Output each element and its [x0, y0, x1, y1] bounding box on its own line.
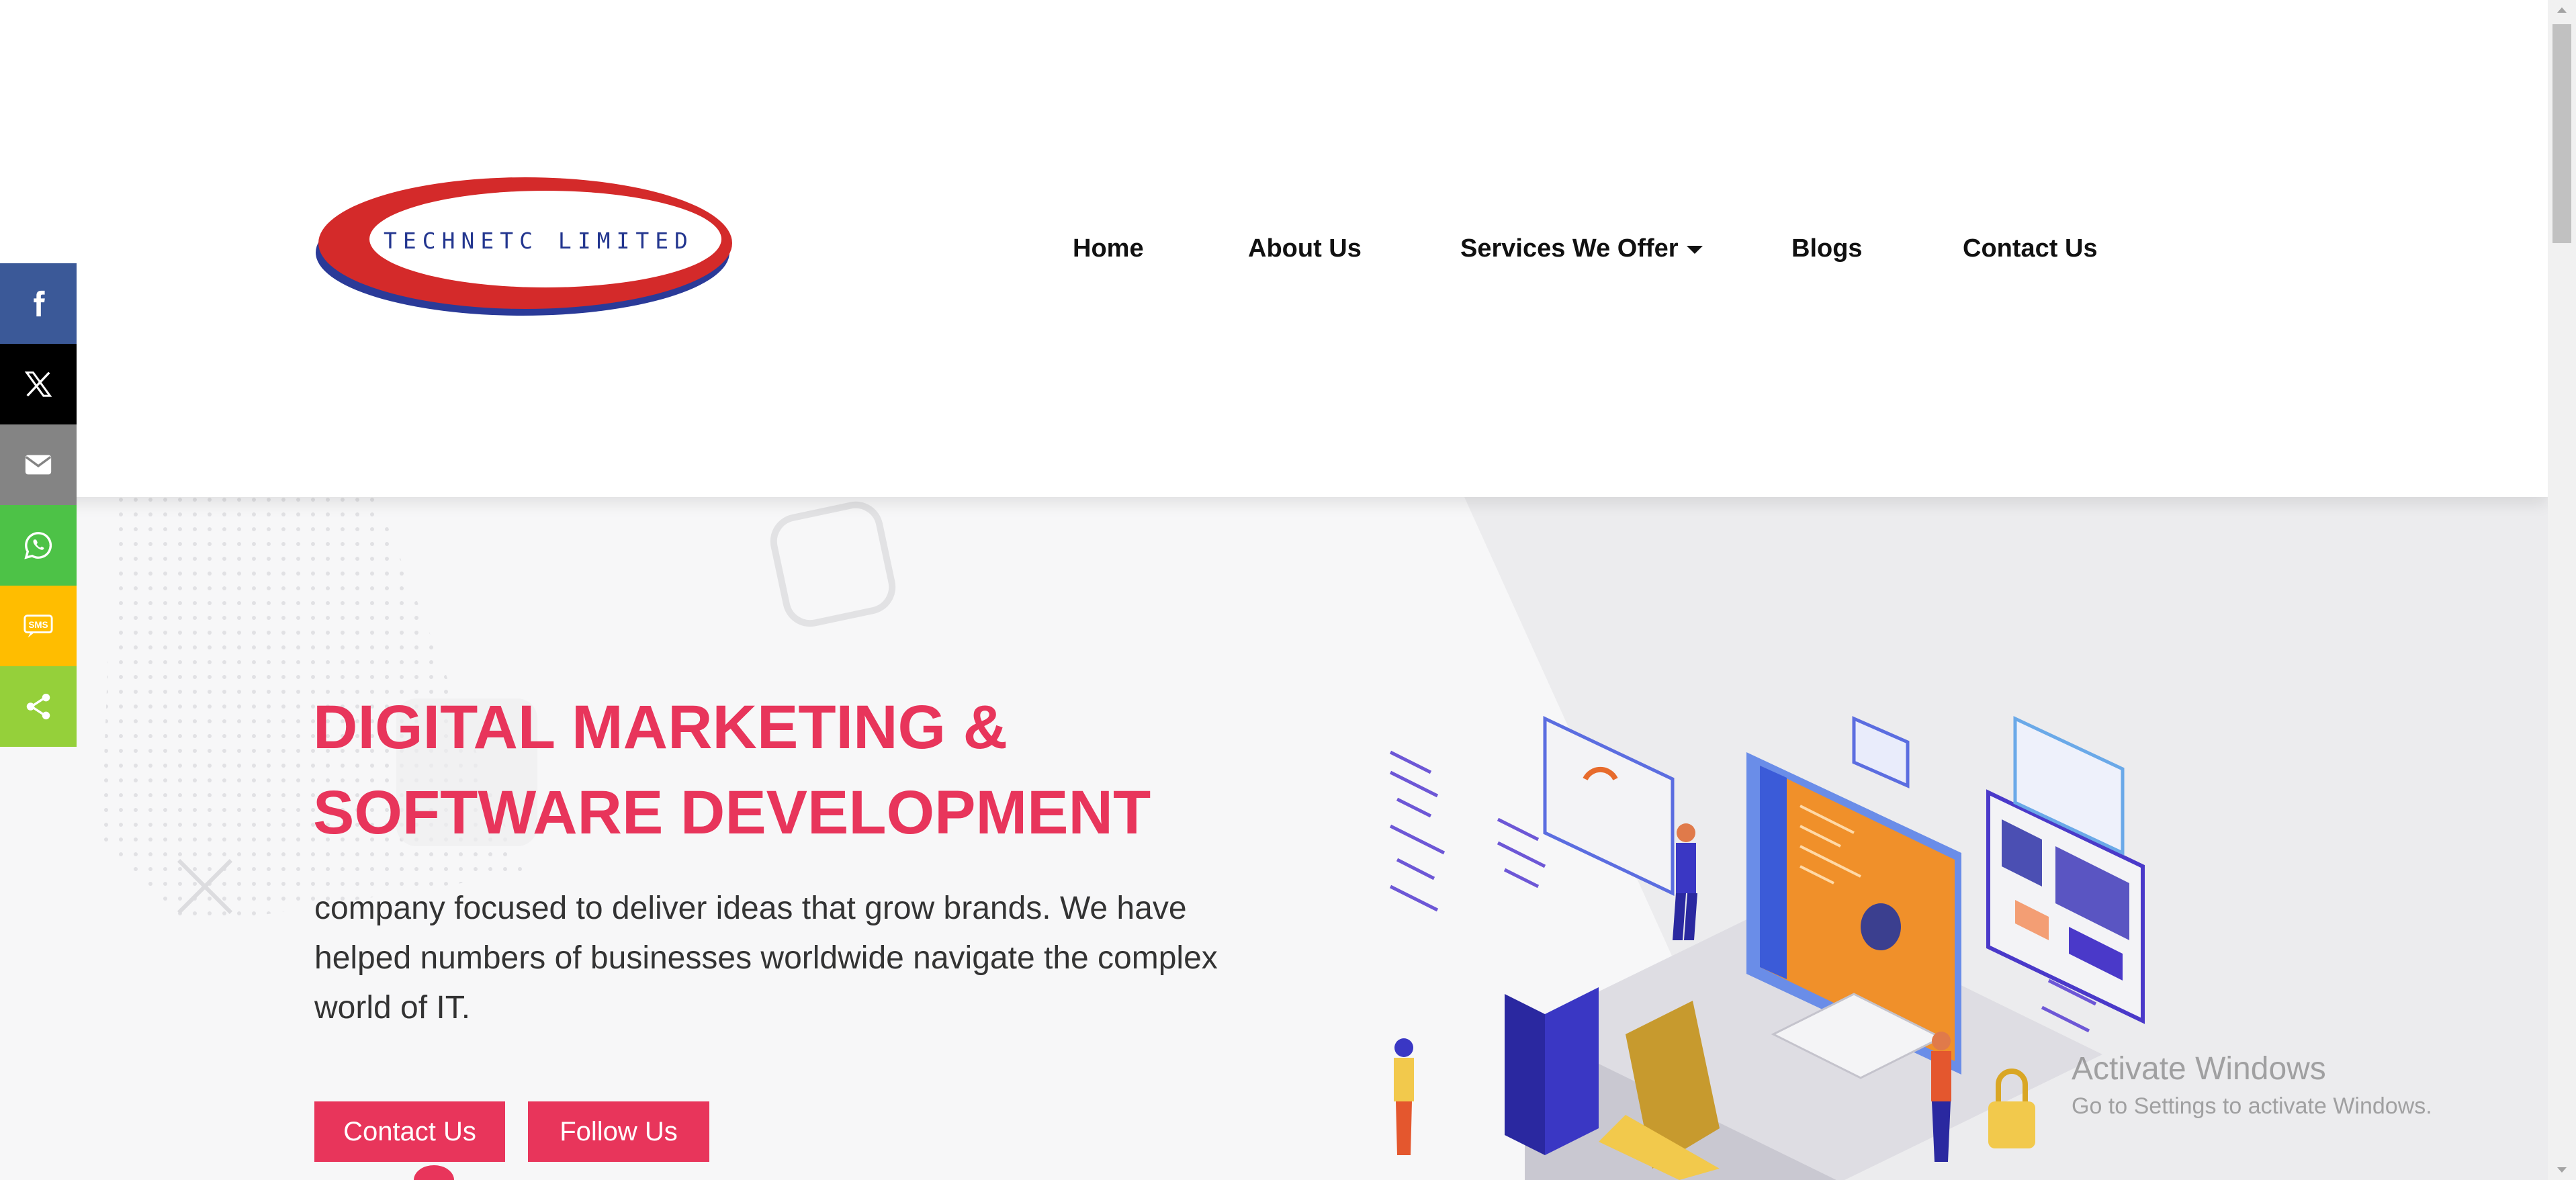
- nav-services-we-offer[interactable]: Services We Offer: [1460, 228, 1703, 269]
- share-whatsapp-button[interactable]: [0, 505, 77, 586]
- watermark-title: Activate Windows: [2072, 1051, 2326, 1087]
- sms-icon: SMS: [24, 615, 53, 638]
- scroll-down-arrow-icon[interactable]: [2548, 1160, 2576, 1180]
- caret-down-icon: [1686, 245, 1703, 254]
- share-more-button[interactable]: [0, 666, 77, 747]
- nav-contact-us[interactable]: Contact Us: [1963, 228, 2098, 269]
- page-scrollbar[interactable]: [2548, 0, 2576, 1180]
- nav-home[interactable]: Home: [1073, 228, 1144, 269]
- hero-section: DIGITAL MARKETING & SOFTWARE DEVELOPMENT…: [0, 497, 2548, 1180]
- contact-us-button[interactable]: Contact Us: [314, 1101, 505, 1162]
- email-icon: [25, 455, 52, 475]
- watermark-subtitle: Go to Settings to activate Windows.: [2072, 1093, 2432, 1119]
- technetc-logo[interactable]: TECHNETC LIMITED: [313, 173, 738, 320]
- whatsapp-icon: [24, 532, 52, 559]
- x-icon: [24, 371, 52, 397]
- hero-description: company focused to deliver ideas that gr…: [314, 891, 1218, 1026]
- facebook-icon: [34, 290, 45, 317]
- nav-blogs[interactable]: Blogs: [1791, 228, 1863, 269]
- share-x-button[interactable]: [0, 344, 77, 424]
- social-share-bar: SMS: [0, 263, 77, 747]
- share-sms-button[interactable]: SMS: [0, 586, 77, 666]
- activate-windows-watermark: Activate Windows Go to Settings to activ…: [2072, 1049, 2432, 1123]
- isometric-developer-workspace-illustration: [1389, 716, 2145, 1180]
- share-facebook-button[interactable]: [0, 263, 77, 344]
- share-icon: [26, 693, 50, 720]
- sms-icon-label: SMS: [28, 620, 48, 630]
- nav-about-us[interactable]: About Us: [1248, 228, 1362, 269]
- follow-us-button[interactable]: Follow Us: [528, 1101, 709, 1162]
- scrollbar-thumb[interactable]: [2552, 24, 2571, 243]
- hero-title: DIGITAL MARKETING & SOFTWARE DEVELOPMENT: [313, 693, 1151, 847]
- logo-text: TECHNETC LIMITED: [384, 227, 694, 254]
- share-email-button[interactable]: [0, 424, 77, 505]
- scroll-up-arrow-icon[interactable]: [2548, 0, 2576, 20]
- nav-services-label: Services We Offer: [1460, 234, 1679, 263]
- site-header: TECHNETC LIMITED Home About Us Services …: [0, 0, 2548, 497]
